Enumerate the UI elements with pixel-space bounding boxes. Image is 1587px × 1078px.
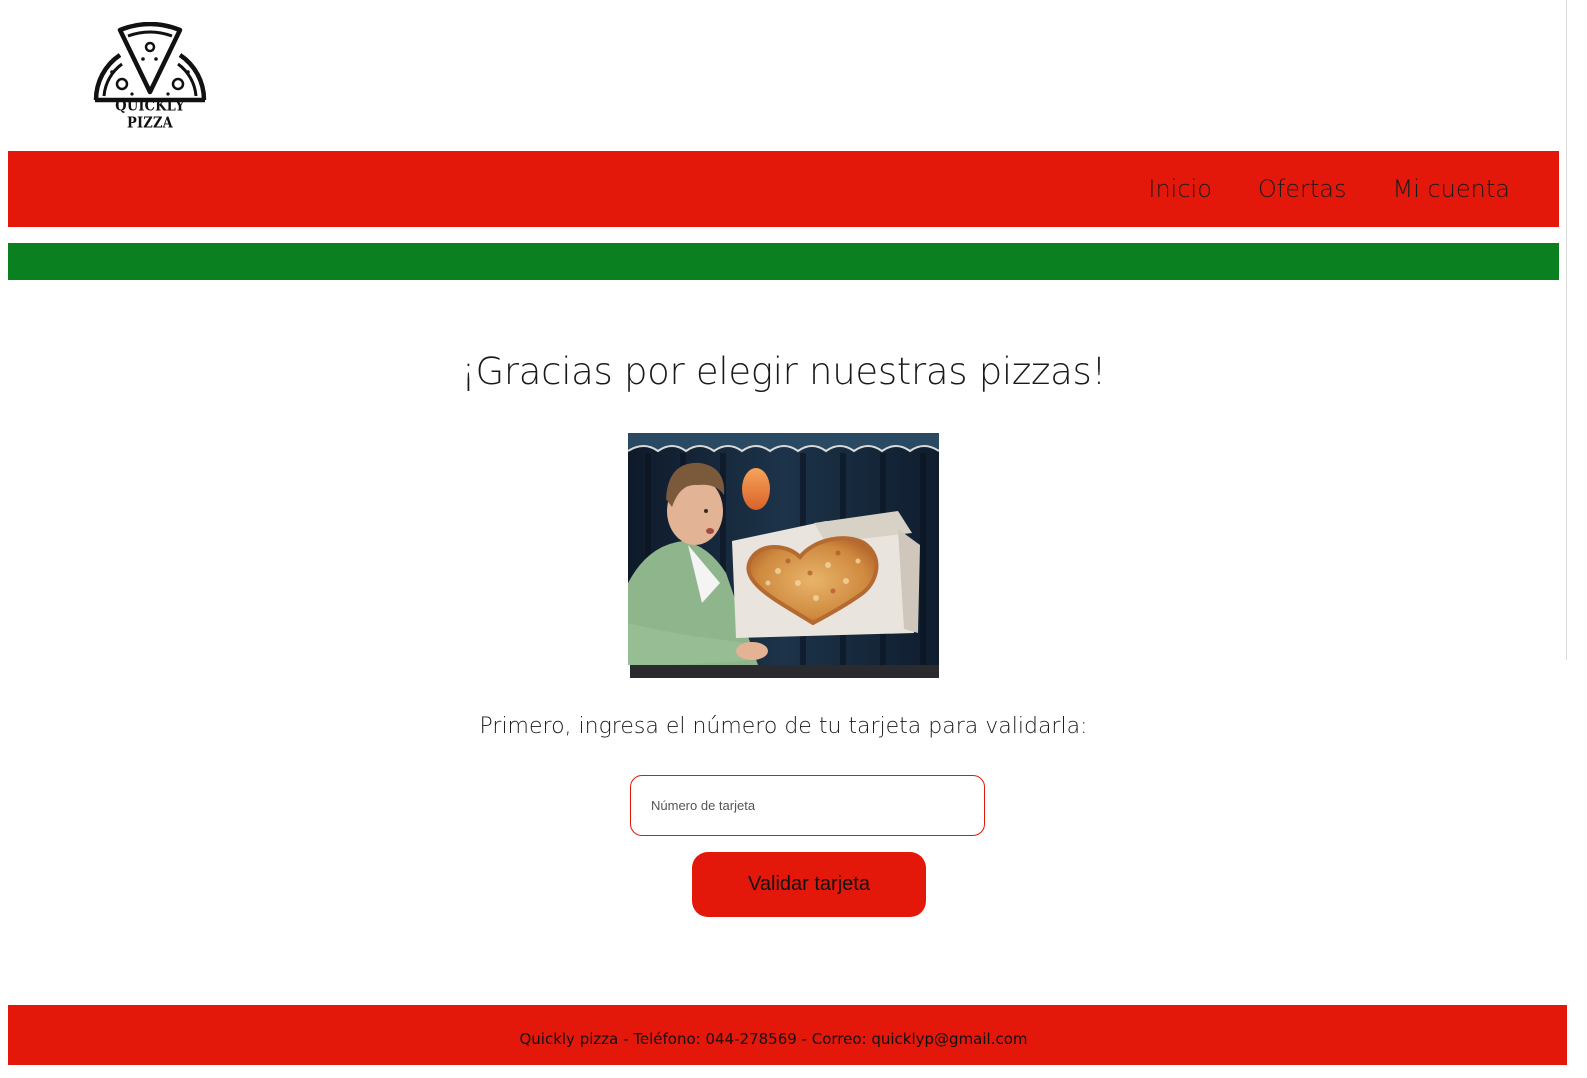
nav-links: Inicio Ofertas Mi cuenta [1148,175,1510,203]
brand-logo[interactable]: QUICKLY PIZZA [92,21,208,132]
main-navbar: Inicio Ofertas Mi cuenta [8,151,1559,227]
page-title: ¡Gracias por elegir nuestras pizzas! [460,350,1107,393]
footer-contact-text: Quickly pizza - Teléfono: 044-278569 - C… [519,1030,1028,1048]
card-instructions: Primero, ingresa el número de tu tarjeta… [479,714,1088,739]
page-right-border [1566,0,1567,660]
nav-link-ofertas[interactable]: Ofertas [1258,175,1347,203]
card-number-input[interactable] [630,775,985,836]
page: QUICKLY PIZZA Inicio Ofertas Mi cuenta ¡… [0,0,1587,1078]
pizza-slice-icon [93,21,207,103]
nav-link-inicio[interactable]: Inicio [1148,175,1212,203]
nav-link-mi-cuenta[interactable]: Mi cuenta [1392,175,1510,203]
footer: Quickly pizza - Teléfono: 044-278569 - C… [8,1005,1567,1065]
brand-logo-text: QUICKLY PIZZA [115,97,185,133]
validate-card-button[interactable]: Validar tarjeta [692,852,926,917]
pizza-celebration-image [628,433,939,678]
green-stripe [8,243,1559,280]
